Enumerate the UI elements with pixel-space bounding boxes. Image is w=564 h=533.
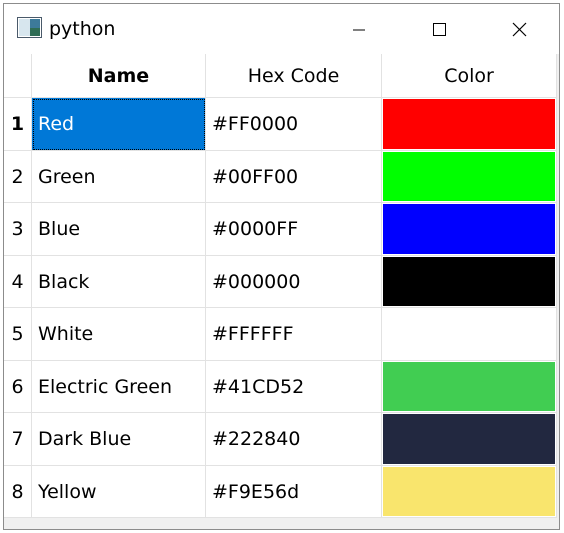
- minimize-button[interactable]: [336, 4, 382, 54]
- color-cell[interactable]: [382, 413, 557, 466]
- color-swatch: [383, 204, 555, 254]
- close-icon: [512, 22, 527, 37]
- name-cell[interactable]: Yellow: [32, 466, 206, 518]
- color-table[interactable]: Name Hex Code Color 1 Red #FF0000 2 Green #00…: [4, 54, 559, 529]
- row-header[interactable]: 3: [4, 203, 32, 256]
- hex-code-cell[interactable]: #000000: [206, 256, 382, 308]
- app-window: python Name Hex Code Color 1 Red #FF0000 2 G…: [3, 3, 560, 530]
- name-cell[interactable]: Dark Blue: [32, 413, 206, 466]
- name-cell[interactable]: Green: [32, 151, 206, 203]
- row-header[interactable]: 8: [4, 466, 32, 518]
- color-cell[interactable]: [382, 203, 557, 256]
- row-header[interactable]: 5: [4, 308, 32, 361]
- hex-code-cell[interactable]: #0000FF: [206, 203, 382, 256]
- color-swatch: [383, 309, 555, 359]
- hex-code-cell[interactable]: #FF0000: [206, 98, 382, 151]
- color-cell[interactable]: [382, 98, 557, 151]
- name-cell[interactable]: Blue: [32, 203, 206, 256]
- color-swatch: [383, 99, 555, 149]
- window-app-icon[interactable]: [17, 17, 42, 38]
- window-title: python: [49, 18, 116, 40]
- maximize-icon: [433, 23, 446, 36]
- row-header[interactable]: 4: [4, 256, 32, 308]
- color-swatch: [383, 152, 555, 201]
- column-header-name[interactable]: Name: [32, 54, 206, 98]
- hex-code-cell[interactable]: #FFFFFF: [206, 308, 382, 361]
- name-cell[interactable]: Electric Green: [32, 361, 206, 413]
- table-corner-button[interactable]: [4, 54, 32, 98]
- row-header[interactable]: 7: [4, 413, 32, 466]
- color-swatch: [383, 257, 555, 306]
- hex-code-cell[interactable]: #222840: [206, 413, 382, 466]
- maximize-button[interactable]: [416, 4, 462, 54]
- color-cell[interactable]: [382, 361, 557, 413]
- column-header-color[interactable]: Color: [382, 54, 557, 98]
- minimize-icon: [353, 29, 365, 31]
- color-cell[interactable]: [382, 466, 557, 518]
- row-header[interactable]: 6: [4, 361, 32, 413]
- color-cell[interactable]: [382, 308, 557, 361]
- hex-code-cell[interactable]: #F9E56d: [206, 466, 382, 518]
- color-swatch: [383, 467, 555, 516]
- row-header[interactable]: 1: [4, 98, 32, 151]
- title-bar[interactable]: python: [4, 4, 559, 54]
- name-cell[interactable]: White: [32, 308, 206, 361]
- hex-code-cell[interactable]: #41CD52: [206, 361, 382, 413]
- row-header[interactable]: 2: [4, 151, 32, 203]
- hex-code-cell[interactable]: #00FF00: [206, 151, 382, 203]
- color-cell[interactable]: [382, 151, 557, 203]
- name-cell[interactable]: Black: [32, 256, 206, 308]
- color-cell[interactable]: [382, 256, 557, 308]
- name-cell[interactable]: Red: [32, 98, 206, 151]
- close-button[interactable]: [496, 4, 542, 54]
- column-header-hex-code[interactable]: Hex Code: [206, 54, 382, 98]
- color-swatch: [383, 414, 555, 464]
- color-swatch: [383, 362, 555, 411]
